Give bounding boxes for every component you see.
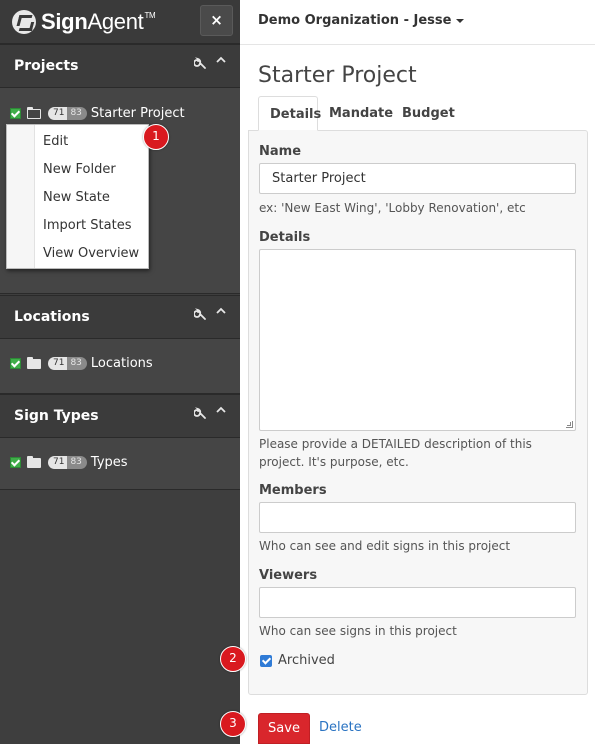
logo[interactable]: SignAgentTM xyxy=(12,9,156,35)
save-button[interactable]: Save xyxy=(258,713,310,744)
details-label: Details xyxy=(259,230,311,245)
viewers-help-text: Who can see signs in this project xyxy=(259,624,457,638)
details-textarea[interactable] xyxy=(259,249,576,431)
viewers-label: Viewers xyxy=(259,568,318,583)
wrench-icon[interactable] xyxy=(193,308,206,324)
name-help-text: ex: 'New East Wing', 'Lobby Renovation',… xyxy=(259,201,526,215)
step-badge-1: 1 xyxy=(143,124,169,150)
chevron-up-icon[interactable] xyxy=(215,54,227,70)
context-menu-gutter xyxy=(7,125,35,268)
top-bar: Demo Organization - Jesse xyxy=(240,0,595,45)
projects-panel-title: Projects xyxy=(14,58,79,74)
logo-text: SignAgentTM xyxy=(41,9,156,34)
sign-types-panel-body: 71 83 Types xyxy=(0,438,240,490)
sidebar: SignAgentTM × Projects 71 83 Starter Proj… xyxy=(0,0,240,744)
archived-label[interactable]: Archived xyxy=(278,653,335,668)
members-field[interactable] xyxy=(259,502,576,533)
caret-down-icon xyxy=(456,18,465,23)
context-menu-new-folder[interactable]: New Folder xyxy=(43,162,116,177)
wrench-icon[interactable] xyxy=(193,57,206,73)
context-menu-import-states[interactable]: Import States xyxy=(43,218,131,233)
tree-item-label: Types xyxy=(90,455,128,470)
details-help-text: Please provide a DETAILED description of… xyxy=(259,437,532,469)
locations-panel-title: Locations xyxy=(14,309,90,325)
wrench-icon[interactable] xyxy=(193,407,206,423)
locations-panel-header[interactable]: Locations xyxy=(0,295,240,339)
step-badge-2: 2 xyxy=(220,646,246,672)
logo-icon xyxy=(12,10,36,34)
checkbox-icon[interactable] xyxy=(10,457,21,468)
folder-icon xyxy=(27,455,41,468)
tab-details[interactable]: Details xyxy=(258,96,321,131)
tree-item-starter-project[interactable]: 71 83 Starter Project xyxy=(10,106,185,121)
context-menu: Edit New Folder New State Import States … xyxy=(6,124,149,269)
name-field[interactable] xyxy=(259,163,576,194)
archived-checkbox[interactable] xyxy=(260,655,272,667)
context-menu-edit[interactable]: Edit xyxy=(43,134,68,149)
chevron-up-icon[interactable] xyxy=(215,404,227,420)
tab-budget[interactable]: Budget xyxy=(391,96,466,131)
tree-item-locations[interactable]: 71 83 Locations xyxy=(10,356,153,371)
members-label: Members xyxy=(259,483,327,498)
context-menu-view-overview[interactable]: View Overview xyxy=(43,246,139,261)
folder-open-icon xyxy=(27,106,41,119)
folder-icon xyxy=(27,356,41,369)
close-icon: × xyxy=(210,11,223,29)
viewers-field[interactable] xyxy=(259,587,576,618)
chevron-up-icon[interactable] xyxy=(215,305,227,321)
sign-types-panel-header[interactable]: Sign Types xyxy=(0,394,240,438)
tree-item-label: Locations xyxy=(90,356,153,371)
sign-types-panel-title: Sign Types xyxy=(14,408,99,424)
checkbox-icon[interactable] xyxy=(10,358,21,369)
count-pill: 71 83 xyxy=(48,357,87,370)
name-label: Name xyxy=(259,144,302,159)
count-pill: 71 83 xyxy=(48,456,87,469)
resize-handle[interactable] xyxy=(566,421,573,428)
projects-panel-header[interactable]: Projects xyxy=(0,44,240,88)
step-badge-3: 3 xyxy=(220,711,246,737)
close-sidebar-button[interactable]: × xyxy=(200,5,233,36)
tree-item-label: Starter Project xyxy=(90,106,185,121)
delete-link[interactable]: Delete xyxy=(319,720,362,735)
context-menu-new-state[interactable]: New State xyxy=(43,190,110,205)
locations-panel-body: 71 83 Locations xyxy=(0,339,240,394)
count-pill: 71 83 xyxy=(48,107,87,120)
organization-dropdown[interactable]: Demo Organization - Jesse xyxy=(258,13,465,28)
page-title: Starter Project xyxy=(258,63,417,88)
brand-bar: SignAgentTM × xyxy=(0,0,240,44)
checkbox-icon[interactable] xyxy=(10,108,21,119)
tree-item-types[interactable]: 71 83 Types xyxy=(10,455,128,470)
members-help-text: Who can see and edit signs in this proje… xyxy=(259,539,511,553)
